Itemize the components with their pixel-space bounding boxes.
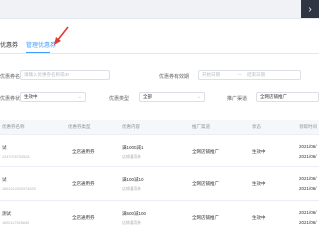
channel-select[interactable]: 全网店铺推广 xyxy=(256,92,319,102)
row1-time2: 2021/06/ xyxy=(299,154,317,159)
row2-type: 全店通用券 xyxy=(72,181,95,186)
row3-id: 1692117526845 xyxy=(2,221,30,225)
coupon-name-placeholder: 请输入优惠券名称或ID xyxy=(24,72,69,77)
status-value: 生效中 xyxy=(24,94,38,99)
row1-channel: 全网店铺推广 xyxy=(192,149,219,154)
row1-type: 全店通用券 xyxy=(72,149,95,154)
row2-status: 生效中 xyxy=(252,181,266,186)
col-header-channel: 推广渠道 xyxy=(192,124,210,129)
row2-content: 满100减10 xyxy=(122,177,144,182)
validity-label: 优惠券有效期 xyxy=(159,74,190,80)
row1-id: 1247076753528 xyxy=(2,155,30,159)
channel-value: 全网店铺推广 xyxy=(260,94,287,99)
row1-name: 试 xyxy=(2,145,7,150)
col-header-name: 优惠券名称 xyxy=(2,124,25,129)
row2-time1: 2021/06/ xyxy=(299,176,317,181)
top-bar: › xyxy=(0,0,319,19)
row-divider xyxy=(0,166,319,167)
row3-time2: 2021/06/ xyxy=(299,220,317,225)
chevron-down-icon: ⌄ xyxy=(196,94,201,100)
red-arrow-icon xyxy=(54,26,69,45)
row2-channel: 全网店铺推广 xyxy=(192,181,219,186)
start-date-placeholder: 开始日期 xyxy=(202,72,220,77)
chevron-down-icon: ⌄ xyxy=(77,94,82,100)
date-range-picker[interactable]: 开始日期 — 结束日期 xyxy=(198,70,301,80)
col-header-content: 优惠内容 xyxy=(122,124,140,129)
type-value: 全部 xyxy=(143,94,152,99)
type-select[interactable]: 全部 ⌄ xyxy=(139,92,205,102)
chevron-right-icon: › xyxy=(308,3,312,15)
row1-status: 生效中 xyxy=(252,149,266,154)
row2-name: 试 xyxy=(2,177,7,182)
row3-content-sub: 店铺通用券 xyxy=(122,221,141,225)
row-divider xyxy=(0,200,319,201)
date-separator: — xyxy=(237,72,242,77)
row3-status: 生效中 xyxy=(252,215,266,220)
channel-label: 推广渠道 xyxy=(227,96,248,102)
type-label: 优惠类型 xyxy=(109,96,130,102)
col-header-type: 优惠券类型 xyxy=(68,124,91,129)
status-select[interactable]: 生效中 ⌄ xyxy=(20,92,86,102)
row2-time2: 2021/06/ xyxy=(299,186,317,191)
col-header-status: 状态 xyxy=(252,124,261,129)
end-date-placeholder: 结束日期 xyxy=(247,72,266,77)
scroll-right-button[interactable]: › xyxy=(301,0,319,18)
row3-channel: 全网店铺推广 xyxy=(192,215,219,220)
row3-time1: 2021/06/ xyxy=(299,210,317,215)
row2-id: 1692212920974625 xyxy=(2,187,36,191)
row3-type: 全店通用券 xyxy=(72,215,95,220)
row2-content-sub: 店铺通用券 xyxy=(122,187,141,191)
row1-content: 满1000减1 xyxy=(122,145,144,150)
row3-name: 测试 xyxy=(2,211,11,216)
tab-coupons[interactable]: 优惠券 xyxy=(0,40,18,52)
table-header xyxy=(0,120,319,135)
row3-content: 满500减100 xyxy=(122,211,147,216)
coupon-name-input[interactable]: 请输入优惠券名称或ID xyxy=(20,70,110,80)
row1-content-sub: 店铺通用券 xyxy=(122,155,141,159)
col-header-time: 领取时间 xyxy=(299,124,317,129)
tab-divider xyxy=(0,53,319,54)
row1-time1: 2021/06/ xyxy=(299,144,317,149)
